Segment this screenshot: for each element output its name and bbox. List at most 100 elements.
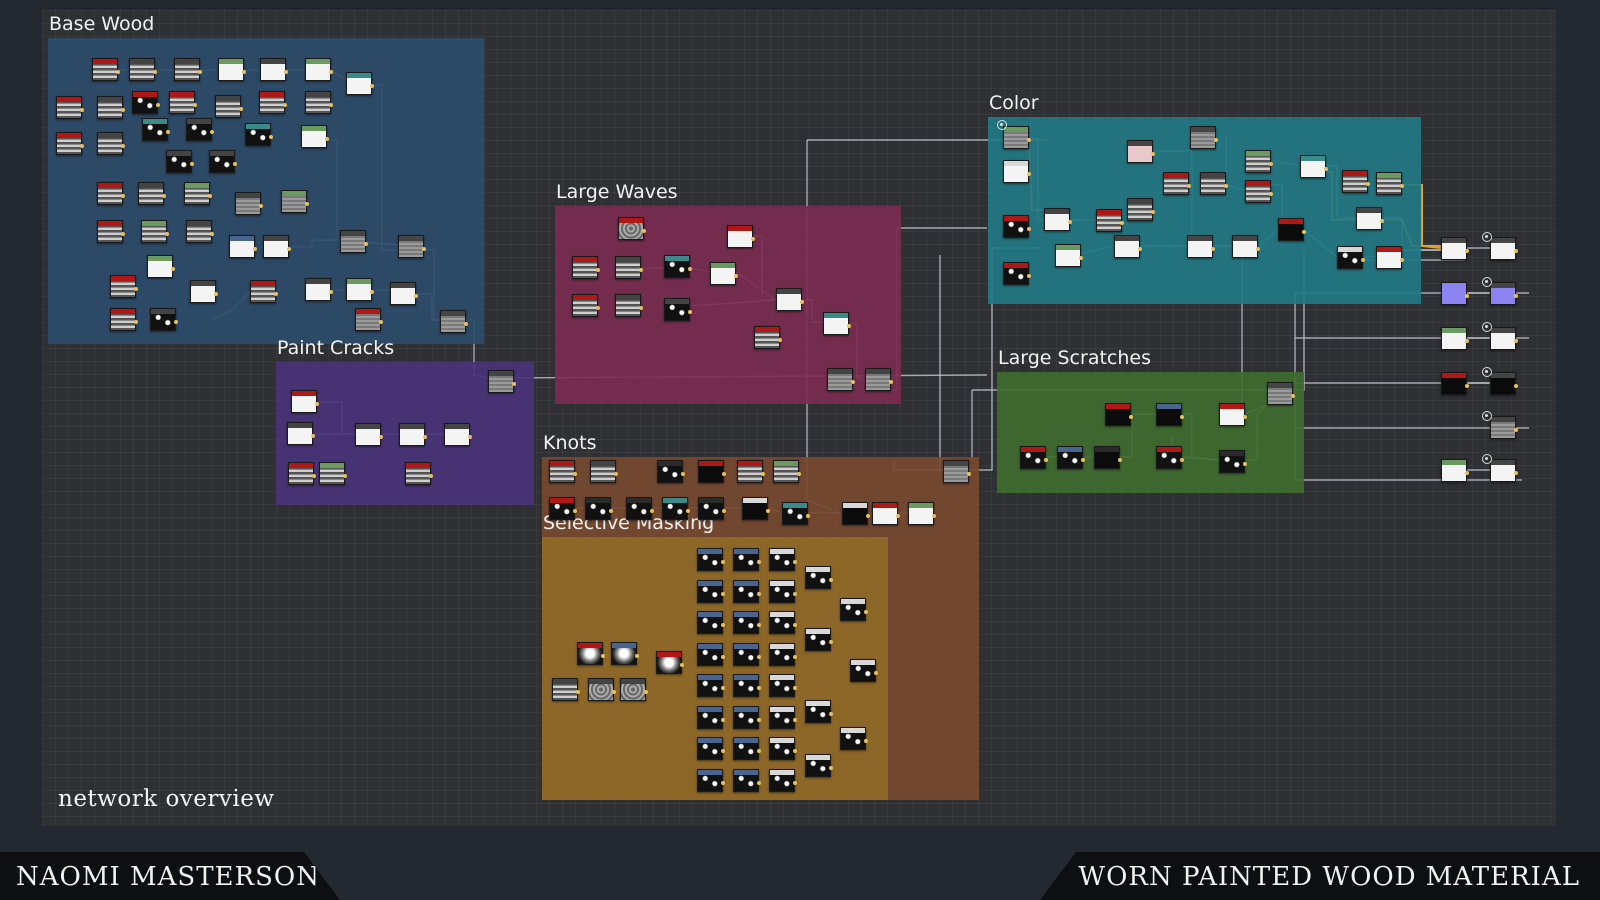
output-pin[interactable] [1302, 230, 1306, 234]
output-pin[interactable] [793, 560, 797, 564]
graph-node[interactable] [1055, 244, 1083, 267]
graph-node[interactable] [733, 674, 761, 697]
graph-node[interactable] [1376, 246, 1404, 269]
graph-node[interactable] [697, 768, 725, 792]
graph-node[interactable] [110, 275, 138, 298]
output-pin[interactable] [864, 739, 868, 743]
output-pin[interactable] [1129, 415, 1133, 419]
output-pin[interactable] [1514, 471, 1518, 475]
graph-node[interactable] [710, 262, 738, 285]
output-pin[interactable] [721, 780, 725, 785]
graph-node[interactable] [697, 548, 725, 571]
output-pin[interactable] [379, 320, 383, 324]
graph-node[interactable] [697, 737, 725, 760]
output-pin[interactable] [1027, 227, 1031, 231]
graph-node[interactable] [245, 123, 273, 146]
output-pin[interactable] [829, 712, 833, 716]
output-pin[interactable] [721, 623, 725, 627]
output-pin[interactable] [635, 654, 639, 658]
output-pin[interactable] [210, 130, 214, 134]
output-pin[interactable] [1256, 247, 1260, 251]
graph-node[interactable] [1356, 207, 1384, 230]
output-pin[interactable] [259, 204, 263, 208]
graph-node[interactable] [92, 58, 120, 81]
output-pin[interactable] [793, 780, 797, 785]
output-pin[interactable] [1465, 249, 1469, 253]
graph-node[interactable] [698, 460, 726, 483]
output-pin[interactable] [1079, 256, 1083, 260]
graph-node[interactable] [769, 768, 797, 792]
output-pin[interactable] [680, 663, 684, 667]
graph-node[interactable] [97, 182, 125, 205]
graph-node[interactable] [1156, 446, 1184, 469]
graph-node[interactable] [186, 118, 214, 141]
graph-node[interactable] [626, 497, 654, 520]
graph-node[interactable] [1376, 172, 1404, 195]
output-pin[interactable] [688, 310, 692, 314]
graph-node[interactable] [355, 423, 383, 446]
output-pin[interactable] [757, 591, 761, 596]
output-pin[interactable] [190, 162, 194, 166]
graph-node[interactable] [733, 548, 761, 571]
graph-node[interactable] [840, 727, 868, 750]
output-pin[interactable] [1269, 162, 1273, 166]
output-pin[interactable] [1151, 152, 1155, 156]
graph-node[interactable] [1490, 282, 1518, 305]
graph-node[interactable] [697, 674, 725, 697]
graph-node[interactable] [305, 278, 333, 301]
graph-node[interactable] [1127, 198, 1155, 221]
output-pin[interactable] [283, 103, 287, 107]
graph-node[interactable] [733, 579, 761, 603]
output-pin[interactable] [793, 623, 797, 627]
graph-node[interactable] [769, 642, 797, 666]
graph-node[interactable] [805, 700, 833, 723]
graph-node[interactable] [1187, 235, 1215, 258]
graph-node[interactable] [1105, 403, 1133, 426]
output-pin[interactable] [414, 294, 418, 298]
graph-node[interactable] [209, 150, 237, 173]
output-pin[interactable] [305, 202, 309, 206]
output-pin[interactable] [1465, 384, 1469, 388]
output-pin[interactable] [284, 70, 288, 74]
graph-node[interactable] [697, 611, 725, 634]
output-pin[interactable] [364, 242, 368, 246]
graph-node[interactable] [697, 642, 725, 666]
graph-node[interactable] [943, 460, 971, 483]
graph-node[interactable] [340, 230, 368, 253]
output-pin[interactable] [311, 434, 315, 438]
graph-node[interactable] [1094, 446, 1122, 469]
output-pin[interactable] [214, 292, 218, 296]
output-pin[interactable] [793, 717, 797, 722]
graph-node[interactable] [615, 294, 643, 317]
graph-node[interactable] [1490, 327, 1518, 350]
output-pin[interactable] [793, 591, 797, 596]
graph-node[interactable] [174, 58, 202, 81]
output-pin[interactable] [778, 338, 782, 342]
output-pin[interactable] [312, 474, 316, 478]
graph-node[interactable] [805, 628, 833, 651]
output-pin[interactable] [829, 640, 833, 644]
graph-node[interactable] [1219, 450, 1247, 473]
graph-node[interactable] [611, 642, 639, 665]
graph-node[interactable] [1127, 140, 1155, 163]
output-pin[interactable] [609, 509, 613, 513]
graph-node[interactable] [229, 235, 257, 258]
output-pin[interactable] [464, 322, 468, 326]
graph-node[interactable] [1163, 172, 1191, 195]
graph-node[interactable] [281, 190, 309, 213]
graph-node[interactable] [1490, 459, 1518, 482]
output-pin[interactable] [573, 509, 577, 513]
graph-node[interactable] [1441, 459, 1469, 482]
output-pin[interactable] [174, 320, 178, 324]
graph-node[interactable] [865, 368, 893, 391]
graph-node[interactable] [737, 460, 765, 483]
graph-node[interactable] [1057, 446, 1085, 469]
output-pin[interactable] [193, 103, 197, 107]
graph-node[interactable] [827, 368, 855, 391]
graph-node[interactable] [590, 460, 618, 483]
graph-node[interactable] [444, 423, 472, 446]
output-pin[interactable] [932, 514, 936, 518]
graph-node[interactable] [1003, 262, 1031, 285]
graph-node[interactable] [585, 497, 613, 520]
output-pin[interactable] [329, 70, 333, 74]
